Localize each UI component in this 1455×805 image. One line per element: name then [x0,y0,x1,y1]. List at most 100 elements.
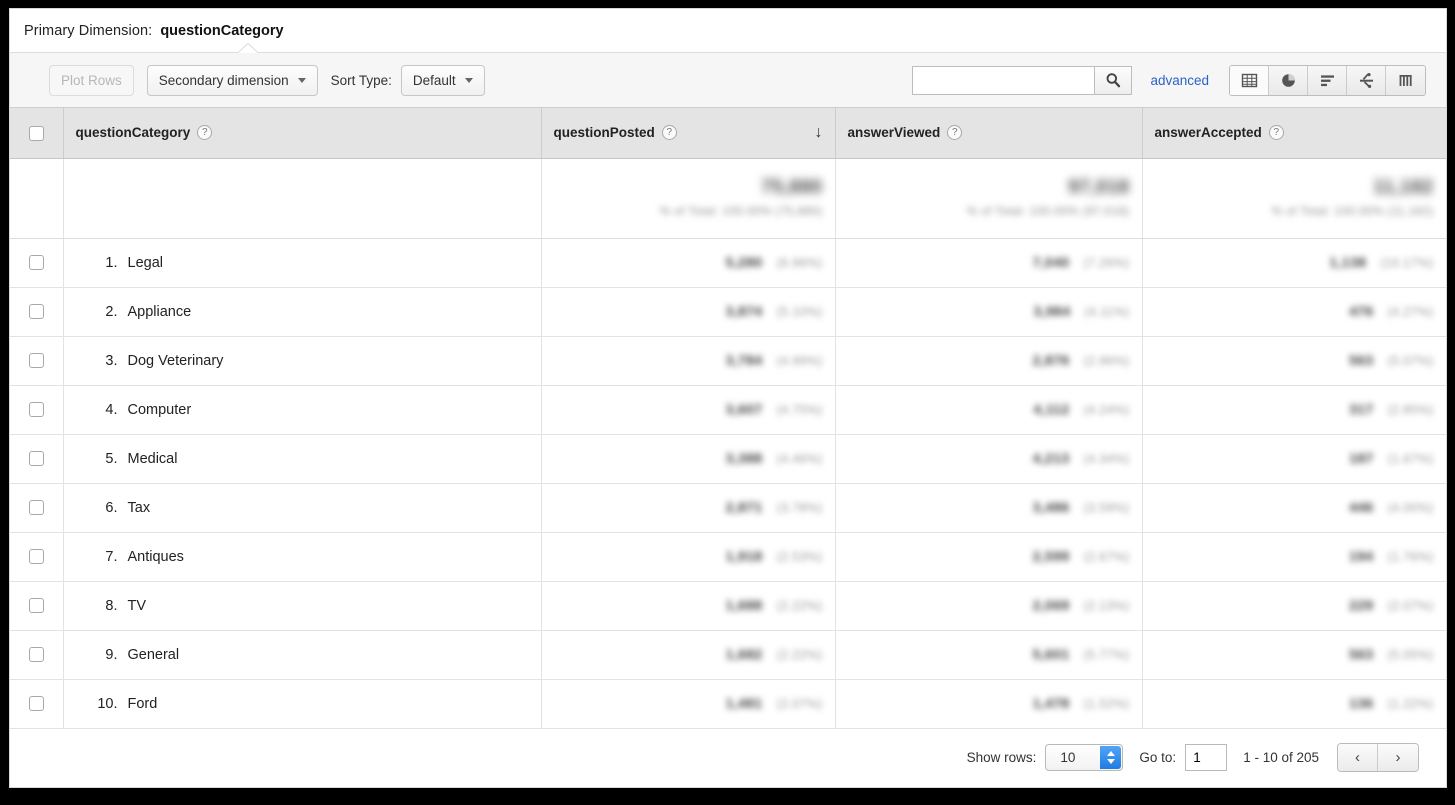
row-answerAccepted-cell: 194 (1.76%) [1142,532,1446,582]
row-checkbox[interactable] [28,401,44,417]
row-checkbox[interactable] [28,303,44,319]
metric-percent: (5.77%) [1083,647,1130,662]
goto-page-input[interactable] [1185,743,1228,771]
row-index: 7. [105,548,118,565]
metric-value: 2,871 [725,498,763,515]
metric-value: 4,112 [1033,400,1070,417]
row-dimension-value[interactable]: Computer [128,402,192,418]
column-header-questionCategory[interactable]: questionCategory ? [63,108,542,159]
help-icon[interactable]: ? [1268,125,1284,141]
metric-percent: (4.27%) [1387,304,1434,319]
table-view-button[interactable] [1230,65,1269,95]
help-icon[interactable]: ? [947,125,963,141]
metric-value: 3,607 [725,400,763,417]
column-header-questionPosted[interactable]: questionPosted ? ↓ [541,108,836,159]
search-button[interactable] [1094,65,1133,95]
row-answerAccepted-cell: 563 (5.05%) [1142,630,1446,680]
metric-percent: (4.75%) [776,402,823,417]
goto-label: Go to: [1139,749,1177,765]
row-answerViewed-cell: 2,069 (2.13%) [835,581,1143,631]
metric-percent: (10.17%) [1380,255,1434,270]
bar-chart-view-button[interactable] [1308,65,1347,95]
summary-value: 11,182 [1373,176,1434,198]
row-dimension-cell: 9. General [63,630,542,680]
row-checkbox[interactable] [28,499,44,515]
row-index: 6. [105,499,118,516]
chevron-down-icon [464,77,473,83]
stepper-icon[interactable] [1100,745,1122,769]
row-dimension-value[interactable]: Tax [128,500,151,516]
pivot-view-button[interactable] [1386,65,1425,95]
plot-rows-label: Plot Rows [61,72,122,88]
row-answerViewed-cell: 3,486 (3.59%) [835,483,1143,533]
column-header-answerViewed[interactable]: answerViewed ? [835,108,1143,159]
metric-percent: (5.05%) [1387,647,1434,662]
row-checkbox[interactable] [28,254,44,270]
search-input[interactable] [912,65,1095,95]
row-answerAccepted-cell: 563 (5.07%) [1142,336,1446,386]
metric-value: 1,478 [1032,694,1070,711]
analytics-report-panel: Primary Dimension: questionCategory Plot… [9,8,1447,788]
row-dimension-value[interactable]: Medical [128,451,178,467]
table-row: 9. General 1,682 (2.22%) 5,601 (5.77%) 563 (5.0… [10,630,1446,680]
bar-chart-view-icon [1320,74,1334,86]
primary-dimension-bar: Primary Dimension: questionCategory [10,9,1446,53]
metric-percent: (2.22%) [776,647,823,662]
row-dimension-value[interactable]: Antiques [128,549,184,565]
help-icon[interactable]: ? [661,125,677,141]
metric-percent: (5.10%) [776,304,823,319]
row-answerAccepted-cell: 476 (4.27%) [1142,287,1446,337]
row-dimension-cell: 4. Computer [63,385,542,435]
row-dimension-value[interactable]: Appliance [128,304,192,320]
metric-value: 2,069 [1032,596,1070,613]
row-dimension-value[interactable]: Dog Veterinary [128,353,224,369]
row-dimension-value[interactable]: General [128,647,180,663]
toolbar-right-group: advanced [912,53,1426,107]
row-answerAccepted-cell: 187 (1.67%) [1142,434,1446,484]
metric-value: 3,784 [725,351,763,368]
plot-rows-button[interactable]: Plot Rows [49,64,134,96]
show-rows-select[interactable]: 10 [1045,743,1124,771]
table-row: 6. Tax 2,871 (3.78%) 3,486 (3.59%) 446 (4.00%) [10,483,1446,533]
row-checkbox[interactable] [28,450,44,466]
next-page-button[interactable]: › [1378,743,1418,771]
row-checkbox[interactable] [28,352,44,368]
metric-percent: (4.46%) [776,451,823,466]
comparison-view-button[interactable] [1347,65,1386,95]
row-index: 1. [105,254,118,271]
metric-percent: (1.22%) [1387,696,1434,711]
metric-value: 3,874 [725,302,763,319]
metric-value: 1,688 [725,596,763,613]
help-icon[interactable]: ? [197,125,213,141]
pie-chart-view-button[interactable] [1269,65,1308,95]
metric-value: 1,918 [725,547,763,564]
select-all-checkbox[interactable] [28,125,44,141]
metric-percent: (5.07%) [1387,353,1434,368]
pagination-range-text: 1 - 10 of 205 [1243,749,1319,765]
metric-percent: (2.96%) [1083,353,1130,368]
row-checkbox[interactable] [28,646,44,662]
metric-percent: (2.22%) [776,598,823,613]
previous-page-button[interactable]: ‹ [1338,743,1378,771]
column-header-answerAccepted[interactable]: answerAccepted ? [1142,108,1446,159]
show-rows-label: Show rows: [966,749,1037,765]
row-dimension-value[interactable]: Ford [128,696,158,712]
column-label: questionCategory [75,125,191,141]
secondary-dimension-button[interactable]: Secondary dimension [146,64,318,96]
advanced-link[interactable]: advanced [1150,73,1209,88]
sort-type-dropdown[interactable]: Default [400,64,485,96]
row-questionPosted-cell: 1,688 (2.22%) [541,581,836,631]
row-dimension-cell: 1. Legal [63,238,542,288]
row-questionPosted-cell: 3,388 (4.46%) [541,434,836,484]
row-checkbox-cell [10,532,64,582]
row-checkbox[interactable] [28,548,44,564]
row-dimension-cell: 5. Medical [63,434,542,484]
row-questionPosted-cell: 5,280 (6.96%) [541,238,836,288]
row-dimension-value[interactable]: TV [128,598,147,614]
metric-percent: (4.34%) [1083,451,1130,466]
row-checkbox[interactable] [28,597,44,613]
row-checkbox[interactable] [28,695,44,711]
primary-dimension-value[interactable]: questionCategory [160,23,283,39]
metric-percent: (3.59%) [1083,500,1130,515]
row-dimension-value[interactable]: Legal [128,255,163,271]
